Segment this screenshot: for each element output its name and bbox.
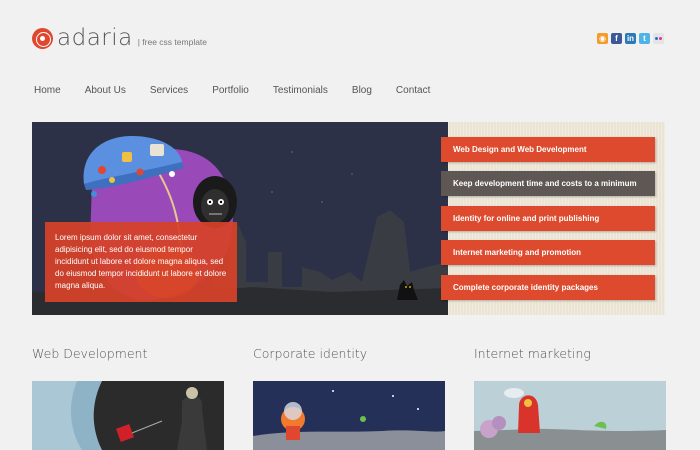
nav-home[interactable]: Home (34, 85, 61, 96)
banner-caption: Lorem ipsum dolor sit amet, consectetur … (45, 222, 237, 302)
banner-item-corporate-identity[interactable]: Complete corporate identity packages (441, 275, 655, 300)
flickr-icon[interactable] (653, 33, 664, 44)
facebook-icon[interactable]: f (611, 33, 622, 44)
linkedin-icon[interactable]: in (625, 33, 636, 44)
banner-slider: Lorem ipsum dolor sit amet, consectetur … (32, 122, 665, 315)
tagline: | free css template (137, 36, 208, 47)
nav-portfolio[interactable]: Portfolio (212, 85, 249, 96)
thumb-corporate-identity[interactable] (253, 381, 445, 450)
thumb-internet-marketing[interactable] (474, 381, 666, 450)
nav-contact[interactable]: Contact (396, 85, 430, 96)
social-icons: ◉ f in t (597, 33, 664, 44)
nav-services[interactable]: Services (150, 85, 188, 96)
banner-illustration: Lorem ipsum dolor sit amet, consectetur … (32, 122, 448, 315)
logo-icon (32, 28, 53, 49)
main-nav: Home About Us Services Portfolio Testimo… (34, 85, 454, 96)
logo[interactable]: adaria | free css template (32, 27, 207, 50)
column-title-web-development: Web Development (32, 346, 148, 361)
banner-item-identity[interactable]: Identity for online and print publishing (441, 206, 655, 231)
banner-item-web-design[interactable]: Web Design and Web Development (441, 137, 655, 162)
logo-text: adaria (57, 25, 133, 51)
twitter-icon[interactable]: t (639, 33, 650, 44)
column-title-internet-marketing: Internet marketing (474, 346, 591, 361)
nav-about-us[interactable]: About Us (85, 85, 126, 96)
rss-icon[interactable]: ◉ (597, 33, 608, 44)
thumb-web-development[interactable] (32, 381, 224, 450)
column-title-corporate-identity: Corporate identity (253, 346, 368, 361)
nav-blog[interactable]: Blog (352, 85, 372, 96)
banner-item-development-time[interactable]: Keep development time and costs to a min… (441, 171, 655, 196)
banner-item-internet-marketing[interactable]: Internet marketing and promotion (441, 240, 655, 265)
nav-testimonials[interactable]: Testimonials (273, 85, 328, 96)
